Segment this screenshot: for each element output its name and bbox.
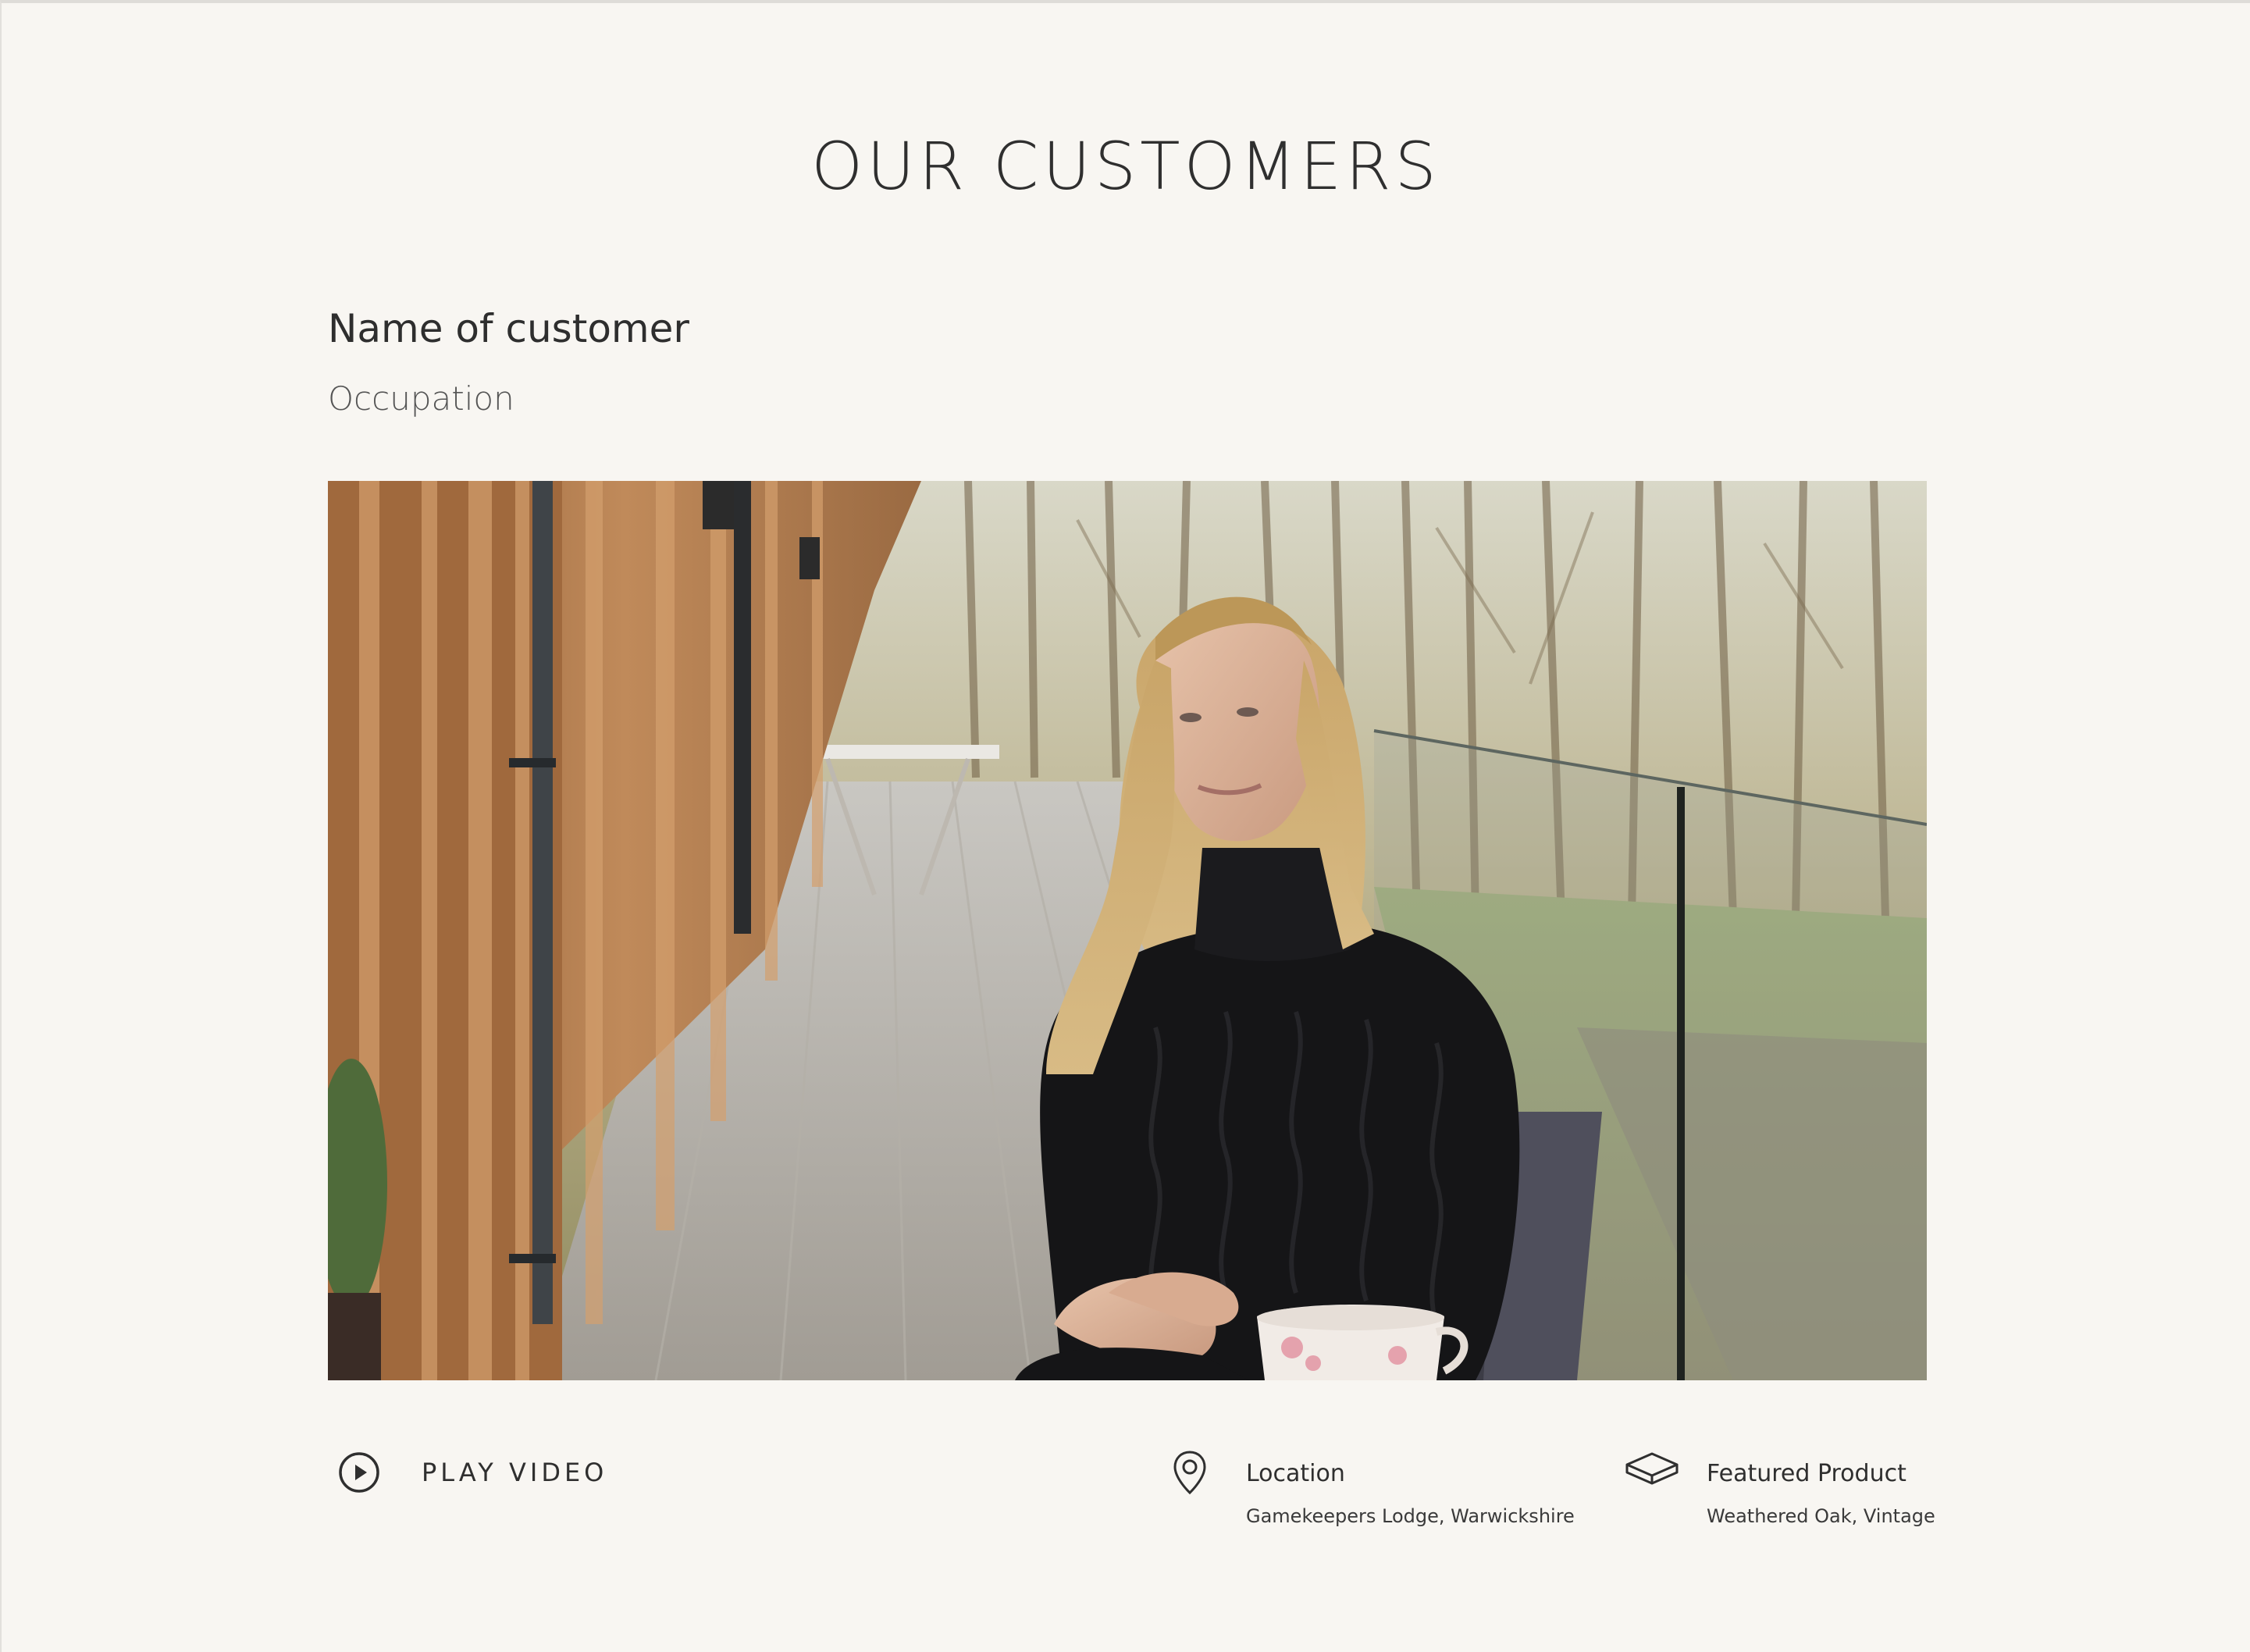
featured-product-value[interactable]: Weathered Oak, Vintage (1707, 1505, 1935, 1527)
play-video-label: PLAY VIDEO (422, 1458, 608, 1487)
customer-occupation: Occupation (328, 379, 514, 418)
play-circle-icon (339, 1452, 379, 1493)
featured-product-title: Featured Product (1707, 1460, 1906, 1487)
customer-name: Name of customer (328, 306, 689, 351)
customers-section: OUR CUSTOMERS Name of customer Occupatio… (0, 0, 2250, 1652)
video-thumbnail[interactable] (328, 481, 1927, 1380)
map-pin-icon (1173, 1451, 1206, 1495)
play-video-button[interactable]: PLAY VIDEO (337, 1451, 607, 1494)
section-title: OUR CUSTOMERS (811, 128, 1440, 205)
video-thumbnail-image (328, 481, 1927, 1380)
location-value: Gamekeepers Lodge, Warwickshire (1246, 1505, 1575, 1527)
location-title: Location (1246, 1460, 1345, 1487)
floor-plank-icon (1625, 1452, 1679, 1485)
